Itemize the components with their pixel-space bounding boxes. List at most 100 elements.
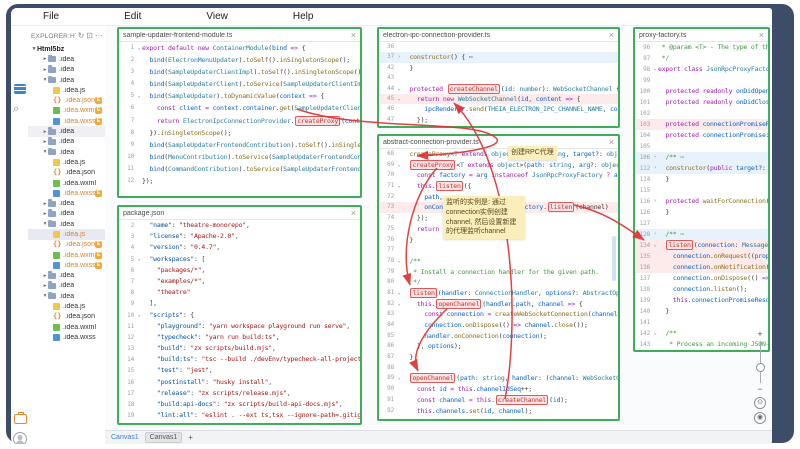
zoom-slider[interactable] (756, 341, 765, 383)
panel-title-bar[interactable]: abstract-connection-provider.ts × (379, 136, 618, 149)
panel-title-bar[interactable]: package.json × (119, 207, 360, 220)
ref-highlight-box[interactable]: createChannel (495, 394, 549, 405)
code-line-9[interactable]: 9 ], (119, 298, 360, 309)
tree-item-idea[interactable]: ▸ .idea (28, 271, 105, 281)
tree-item-idea-json[interactable]: {} .idea.json (28, 312, 105, 322)
code-line-114[interactable]: 114 } (635, 174, 768, 185)
code-line-106[interactable]: 106 › /** ⋯ (635, 152, 768, 163)
code-line-136[interactable]: 136 connection.onNotification((pro (635, 262, 768, 273)
code-line-13[interactable]: 13 "build": "zx scripts/build.mjs", (119, 343, 360, 354)
annotation-note-listen-explain[interactable]: 监听的实例是: 通过connection实例创建channel, 然后设置新建的… (443, 196, 525, 240)
code-line-44[interactable]: 44 ⌄ protected createChannel (id: number):… (379, 83, 618, 94)
code-line-87[interactable]: 87 } (379, 352, 618, 363)
ref-highlight-box[interactable]: createChannel (447, 83, 500, 94)
code-line-137[interactable]: 137 connection.onDispose(() => thi (635, 273, 768, 284)
panel-title-bar[interactable]: sample-updater-frontend-module.ts × (119, 29, 360, 42)
tree-item-idea-wxml[interactable]: .idea.wxml (28, 322, 105, 332)
menu-view[interactable]: View (206, 11, 228, 22)
code-line-69[interactable]: 69 ⌄ createProxy <T extends object>(path: … (379, 159, 618, 171)
menu-help[interactable]: Help (293, 11, 314, 22)
code-line-90[interactable]: 90 const id = this.channelIdSeq++; (379, 384, 618, 395)
code-line-36[interactable]: 36 (379, 42, 618, 52)
zoom-slider-handle[interactable] (756, 363, 765, 372)
code-line-103[interactable]: 103 protected connectionPromiseResolv (635, 119, 768, 130)
panel-title-bar[interactable]: electron-ipc-connection-provider.ts × (379, 29, 618, 42)
code-line-80[interactable]: 80 */ (379, 277, 618, 288)
ref-highlight-box[interactable]: listen (410, 287, 437, 298)
tree-item-idea-wxml[interactable]: .idea.wxml (28, 178, 105, 188)
code-line-12[interactable]: 12 "typecheck": "yarn run build:ts", (119, 332, 360, 343)
tree-item-idea-wxss[interactable]: .idea.wxss (28, 332, 105, 342)
code-line-10[interactable]: 10 bind(MenuContribution).toService(Samp… (119, 151, 360, 163)
code-line-70[interactable]: 70 const factory = arg instanceof JsonRp… (379, 170, 618, 181)
ref-highlight-box[interactable]: listen (436, 181, 463, 192)
code-line-85[interactable]: 85 handler.onConnection(connection); (379, 331, 618, 342)
tab-canvas1-active[interactable]: Canvas1 (111, 434, 139, 441)
tree-item-idea-js[interactable]: .idea.js (28, 301, 105, 311)
collapse-icon[interactable]: ⊡ (86, 32, 93, 40)
code-line-42[interactable]: 42 } (379, 63, 618, 73)
search-icon[interactable]: ⌕ (13, 104, 19, 115)
code-line-15[interactable]: 15 "test": "jest", (119, 365, 360, 376)
code-line-37[interactable]: 37 › constructor() { ⋯ (379, 52, 618, 63)
close-icon[interactable]: × (759, 30, 764, 40)
code-line-98[interactable]: 98⌄export class JsonRpcProxyFactory<T ex… (635, 64, 768, 75)
code-line-7[interactable]: 7 return ElectronIpcConnectionProvider. c… (119, 115, 360, 127)
code-line-12[interactable]: 12}); (119, 175, 360, 187)
close-icon[interactable]: × (609, 30, 614, 40)
code-line-10[interactable]: 10 ⌄ "scripts": { (119, 310, 360, 321)
tree-item-idea[interactable]: ▸ .idea (28, 126, 105, 137)
code-line-43[interactable]: 43 (379, 73, 618, 83)
close-icon[interactable]: × (351, 30, 356, 40)
briefcase-icon[interactable] (14, 412, 27, 424)
add-canvas-button[interactable]: + (188, 433, 193, 442)
tree-item-idea[interactable]: ▸ .idea (28, 281, 105, 291)
scrollbar-thumb[interactable] (612, 236, 616, 281)
code-line-141[interactable]: 141 (635, 317, 768, 328)
close-icon[interactable]: × (609, 137, 614, 147)
tree-item-idea-wxss[interactable]: .idea.wxss E (28, 260, 105, 270)
code-line-116[interactable]: 116› protected waitForConnection(): vo (635, 196, 768, 207)
tree-item-idea-wxss[interactable]: .idea.wxss E (28, 116, 105, 126)
code-line-128[interactable]: 128 › /** ⋯ (635, 229, 768, 240)
ref-highlight-box[interactable]: createProxy (410, 159, 456, 170)
code-line-140[interactable]: 140 } (635, 306, 768, 317)
code-line-19[interactable]: 19 "lint:all": "eslint . --ext ts,tsx --… (119, 410, 360, 421)
code-line-3[interactable]: 3 bind(SampleUpdaterClientImpl).toSelf()… (119, 66, 360, 78)
code-line-101[interactable]: 101 protected readonly onDidCloseConn (635, 97, 768, 108)
tree-item-idea-wxss[interactable]: .idea.wxss E (28, 188, 105, 198)
code-line-88[interactable]: 88 (379, 363, 618, 374)
code-line-112[interactable]: 112› constructor(public target?: any) {⋯ (635, 163, 768, 174)
code-line-46[interactable]: 46 ipcRenderer.send(THEIA_ELECTRON_IPC_C… (379, 104, 618, 114)
files-icon[interactable] (14, 84, 26, 94)
code-line-7[interactable]: 7 "examples/*", (119, 276, 360, 287)
code-line-126[interactable]: 126 } (635, 207, 768, 218)
code-line-100[interactable]: 100 protected readonly onDidOpenConne (635, 86, 768, 97)
code-line-142[interactable]: 142 ⌄ /** (635, 328, 768, 339)
code-line-84[interactable]: 84 connection.onDispose(() => channel.cl… (379, 320, 618, 331)
tree-item-idea-json[interactable]: {} .idea.json E (28, 95, 105, 105)
ref-highlight-box[interactable]: openChannel (436, 298, 482, 309)
tree-item-idea[interactable]: ▾ .idea (28, 291, 105, 301)
code-line-115[interactable]: 115 (635, 185, 768, 196)
tree-item-idea-wxml[interactable]: .idea.wxml E (28, 106, 105, 116)
code-line-139[interactable]: 139 this.connectionPromiseResolve (635, 295, 768, 306)
tree-item-idea-js[interactable]: .idea.js (28, 229, 105, 240)
code-line-11[interactable]: 11 "playground": "yarn workspace playgro… (119, 321, 360, 332)
code-line-14[interactable]: 14 "build:ts": "tsc --build ./devEnv/typ… (119, 354, 360, 365)
code-line-4[interactable]: 4 bind(SampleUpdaterClient).toService(Sa… (119, 78, 360, 90)
code-line-127[interactable]: 127 (635, 218, 768, 229)
code-line-138[interactable]: 138 connection.listen(); (635, 284, 768, 295)
code-line-17[interactable]: 17 "release": "zx scripts/release.mjs", (119, 388, 360, 399)
annotation-note-create-rpc-proxy[interactable]: 创建RPC代理 (508, 146, 557, 160)
code-line-134[interactable]: 134⌄ listen(connection: MessageConnecti (635, 240, 768, 251)
code-line-83[interactable]: 83 const connection = createWebSocketCon… (379, 309, 618, 320)
locate-button[interactable]: ◉ (754, 412, 766, 424)
code-line-105[interactable]: 105 (635, 141, 768, 152)
code-line-2[interactable]: 2 "name": "theatre-monorepo", (119, 220, 360, 231)
tree-item-idea-wxml[interactable]: .idea.wxml E (28, 250, 105, 260)
menu-file[interactable]: File (43, 11, 59, 22)
code-line-81[interactable]: 81 ⌄ listen (handler: ConnectionHandler, o… (379, 287, 618, 299)
account-avatar[interactable] (13, 432, 27, 444)
code-line-16[interactable]: 16 "postinstall": "husky install", (119, 377, 360, 388)
